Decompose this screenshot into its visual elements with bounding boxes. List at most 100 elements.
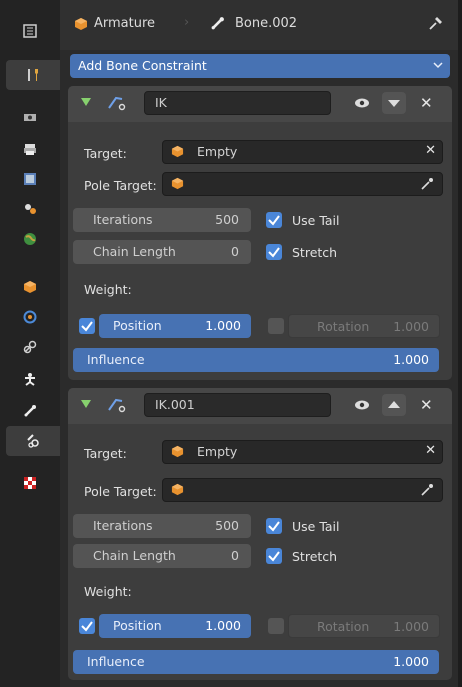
chain-length-value: 0 — [231, 548, 239, 563]
texture-tab[interactable] — [6, 468, 54, 498]
object-orange-icon — [171, 145, 184, 158]
pole-target-field[interactable] — [162, 478, 443, 502]
collapse-arrow-icon[interactable] — [81, 399, 91, 409]
chevron-down-icon — [388, 100, 400, 107]
move-down-button[interactable] — [382, 92, 406, 114]
iterations-value: 500 — [215, 518, 239, 533]
chain-length-value: 0 — [231, 244, 239, 259]
check-icon — [268, 215, 280, 226]
rotation-weight-slider[interactable]: Rotation 1.000 — [288, 614, 440, 638]
iterations-field[interactable]: Iterations 500 — [73, 514, 251, 538]
constraints-tab[interactable] — [6, 332, 54, 362]
object-orange-icon — [75, 18, 87, 30]
constraint-name: IK — [155, 95, 167, 110]
iterations-value: 500 — [215, 212, 239, 227]
close-icon[interactable]: ✕ — [420, 94, 433, 112]
position-value: 1.000 — [205, 618, 241, 633]
iterations-label: Iterations — [93, 212, 153, 227]
texture-icon — [24, 477, 36, 489]
constraint-name: IK.001 — [155, 397, 195, 412]
position-checkbox[interactable] — [79, 318, 95, 334]
constraint-link-icon — [23, 340, 37, 354]
constraint-name-field[interactable]: IK — [144, 91, 331, 115]
bone-icon — [211, 17, 224, 30]
object-orange-icon — [171, 177, 184, 190]
chevron-up-icon — [388, 401, 400, 408]
check-icon — [268, 247, 280, 258]
clear-icon[interactable]: ✕ — [425, 443, 436, 458]
view-layer-tab[interactable] — [6, 164, 54, 194]
position-checkbox[interactable] — [79, 618, 95, 634]
stretch-checkbox[interactable] — [266, 548, 282, 564]
render-tab[interactable] — [6, 102, 54, 132]
chevron-down-icon — [433, 57, 443, 76]
pole-target-field[interactable] — [162, 172, 443, 196]
constraint-name-field[interactable]: IK.001 — [144, 393, 331, 417]
tool-settings-tab[interactable] — [6, 60, 60, 90]
target-field[interactable]: Empty ✕ — [162, 140, 443, 164]
chain-length-label: Chain Length — [93, 548, 176, 563]
world-tab[interactable] — [6, 224, 54, 254]
eye-icon[interactable] — [354, 399, 370, 411]
eyedropper-icon[interactable] — [420, 177, 434, 191]
bone-constraint-tab[interactable] — [6, 426, 60, 456]
breadcrumb-object: Armature — [94, 16, 156, 31]
tool-icon — [23, 24, 37, 38]
stretch-checkbox[interactable] — [266, 244, 282, 260]
pole-target-label: Pole Target: — [84, 484, 157, 499]
armature-data-tab[interactable] — [6, 364, 54, 394]
move-up-button[interactable] — [382, 394, 406, 416]
bone-icon — [24, 405, 36, 417]
chain-length-label: Chain Length — [93, 244, 176, 259]
target-value: Empty — [197, 144, 238, 159]
chain-length-field[interactable]: Chain Length 0 — [73, 544, 251, 568]
object-tab[interactable] — [6, 272, 54, 302]
check-icon — [81, 321, 93, 332]
chain-length-field[interactable]: Chain Length 0 — [73, 240, 251, 264]
collapse-arrow-icon[interactable] — [81, 97, 91, 107]
iterations-field[interactable]: Iterations 500 — [73, 208, 251, 232]
rotation-weight-slider[interactable]: Rotation 1.000 — [288, 314, 440, 338]
position-label: Position — [113, 618, 162, 633]
position-weight-slider[interactable]: Position 1.000 — [99, 314, 251, 338]
use-tail-checkbox[interactable] — [266, 212, 282, 228]
influence-label: Influence — [87, 654, 145, 669]
wrench-screwdriver-icon — [28, 69, 38, 81]
target-field[interactable]: Empty ✕ — [162, 440, 443, 464]
constraint-header: IK ✕ — [68, 86, 452, 122]
eyedropper-icon[interactable] — [420, 483, 434, 497]
pole-target-label: Pole Target: — [84, 178, 157, 193]
rotation-value: 1.000 — [393, 619, 429, 634]
scene-icon — [25, 204, 36, 214]
breadcrumb-bone: Bone.002 — [235, 16, 298, 31]
pin-icon[interactable] — [428, 15, 444, 31]
position-value: 1.000 — [205, 318, 241, 333]
ik-constraint-icon — [108, 96, 126, 111]
properties-tab-sidebar — [0, 0, 60, 687]
influence-value: 1.000 — [393, 352, 429, 367]
influence-slider[interactable]: Influence 1.000 — [73, 348, 439, 372]
armature-icon — [25, 373, 35, 386]
clear-icon[interactable]: ✕ — [425, 143, 436, 158]
world-icon — [24, 233, 36, 245]
rotation-checkbox[interactable] — [268, 618, 284, 634]
bone-tab[interactable] — [6, 396, 54, 426]
influence-slider[interactable]: Influence 1.000 — [73, 650, 439, 674]
eye-icon[interactable] — [354, 97, 370, 109]
close-icon[interactable]: ✕ — [420, 396, 433, 414]
use-tail-label: Use Tail — [292, 519, 340, 534]
constraint-header: IK.001 ✕ — [68, 388, 452, 424]
rotation-label: Rotation — [317, 619, 370, 634]
add-bone-constraint-button[interactable]: Add Bone Constraint — [70, 54, 450, 78]
bone-constraint-icon — [27, 434, 39, 448]
position-weight-slider[interactable]: Position 1.000 — [99, 614, 251, 638]
scene-tab[interactable] — [6, 194, 54, 224]
physics-tab[interactable] — [6, 302, 54, 332]
constraint-panel-ik-001: IK.001 ✕ Target: Empty ✕ Pole Target: It… — [68, 388, 452, 680]
rotation-checkbox[interactable] — [268, 318, 284, 334]
tool-tab[interactable] — [6, 16, 54, 46]
add-bone-constraint-label: Add Bone Constraint — [78, 58, 207, 73]
output-tab[interactable] — [6, 134, 54, 164]
target-value: Empty — [197, 444, 238, 459]
use-tail-checkbox[interactable] — [266, 518, 282, 534]
